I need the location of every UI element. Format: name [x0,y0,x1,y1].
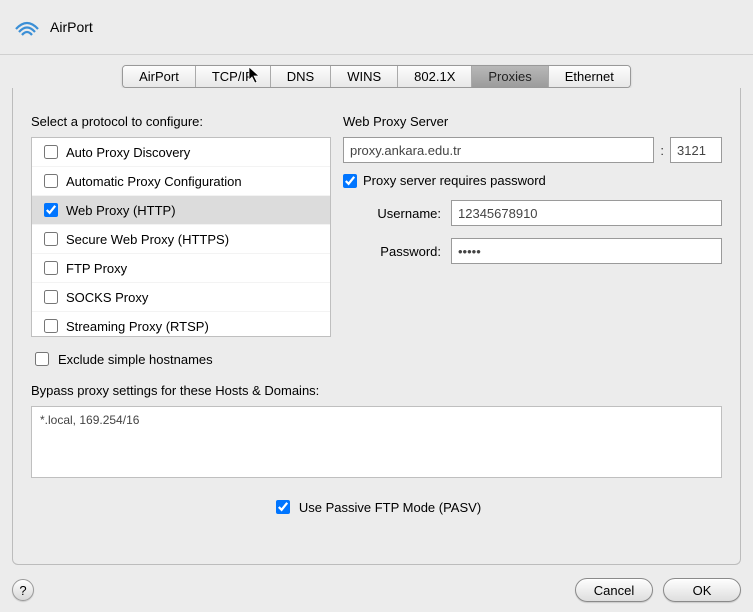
exclude-hostnames-checkbox[interactable] [35,352,49,366]
protocol-ftp-proxy-checkbox[interactable] [44,261,58,275]
exclude-hostnames-label: Exclude simple hostnames [58,352,213,367]
wifi-icon [14,17,40,37]
protocol-item-label: Secure Web Proxy (HTTPS) [66,232,229,247]
tab-dns[interactable]: DNS [271,66,331,87]
window-header: AirPort [0,0,753,55]
protocol-auto-config[interactable]: Automatic Proxy Configuration [32,167,330,196]
tab-airport[interactable]: AirPort [123,66,196,87]
requires-password-checkbox[interactable] [343,174,357,188]
interface-title: AirPort [50,19,93,35]
bypass-textarea[interactable] [31,406,722,478]
protocol-secure-web-proxy-checkbox[interactable] [44,232,58,246]
protocol-list[interactable]: Auto Proxy Discovery Automatic Proxy Con… [31,137,331,337]
passive-ftp-label: Use Passive FTP Mode (PASV) [299,500,481,515]
proxy-server-input[interactable] [343,137,654,163]
cancel-button[interactable]: Cancel [575,578,653,602]
protocol-socks-proxy[interactable]: SOCKS Proxy [32,283,330,312]
tab-proxies[interactable]: Proxies [472,66,548,87]
password-label: Password: [343,244,451,259]
protocol-auto-discovery-checkbox[interactable] [44,145,58,159]
password-input[interactable] [451,238,722,264]
tab-row: AirPort TCP/IP DNS WINS 802.1X Proxies E… [122,65,631,88]
protocol-web-proxy[interactable]: Web Proxy (HTTP) [32,196,330,225]
protocol-item-label: Web Proxy (HTTP) [66,203,176,218]
tab-bar: AirPort TCP/IP DNS WINS 802.1X Proxies E… [0,65,753,88]
requires-password-label: Proxy server requires password [363,173,546,188]
protocol-streaming-proxy[interactable]: Streaming Proxy (RTSP) [32,312,330,337]
protocol-ftp-proxy[interactable]: FTP Proxy [32,254,330,283]
tab-tcpip[interactable]: TCP/IP [196,66,271,87]
proxy-port-input[interactable] [670,137,722,163]
protocol-item-label: FTP Proxy [66,261,127,276]
tab-wins[interactable]: WINS [331,66,398,87]
protocol-item-label: Auto Proxy Discovery [66,145,190,160]
protocol-secure-web-proxy[interactable]: Secure Web Proxy (HTTPS) [32,225,330,254]
protocol-streaming-proxy-checkbox[interactable] [44,319,58,333]
protocol-web-proxy-checkbox[interactable] [44,203,58,217]
bypass-label: Bypass proxy settings for these Hosts & … [31,383,722,398]
tab-8021x[interactable]: 802.1X [398,66,472,87]
server-port-separator: : [660,143,664,158]
proxy-server-label: Web Proxy Server [343,114,722,129]
username-input[interactable] [451,200,722,226]
username-label: Username: [343,206,451,221]
protocol-item-label: SOCKS Proxy [66,290,148,305]
ok-button[interactable]: OK [663,578,741,602]
dialog-footer: ? Cancel OK [0,568,753,612]
protocol-auto-discovery[interactable]: Auto Proxy Discovery [32,138,330,167]
help-button[interactable]: ? [12,579,34,601]
passive-ftp-checkbox[interactable] [276,500,290,514]
protocol-socks-proxy-checkbox[interactable] [44,290,58,304]
settings-panel: Select a protocol to configure: Auto Pro… [12,88,741,565]
protocol-item-label: Streaming Proxy (RTSP) [66,319,209,334]
tab-ethernet[interactable]: Ethernet [549,66,630,87]
protocol-item-label: Automatic Proxy Configuration [66,174,242,189]
protocol-list-label: Select a protocol to configure: [31,114,331,129]
protocol-auto-config-checkbox[interactable] [44,174,58,188]
